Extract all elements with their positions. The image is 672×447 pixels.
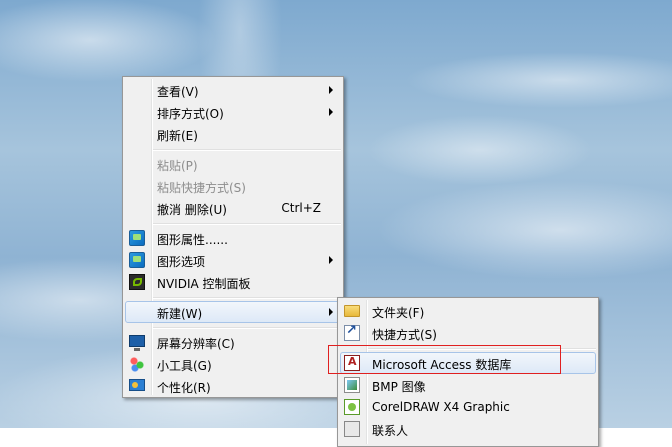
submenu-arrow-icon — [329, 256, 333, 264]
menu-item-paste-shortcut[interactable]: 粘贴快捷方式(S) — [125, 175, 341, 197]
menu-item-sort-by[interactable]: 排序方式(O) — [125, 101, 341, 123]
menu-item-label: 排序方式(O) — [157, 107, 224, 121]
graphics-properties-icon — [129, 230, 145, 246]
menu-item-label: 粘贴快捷方式(S) — [157, 181, 246, 195]
menu-item-label: 查看(V) — [157, 85, 199, 99]
contact-icon — [344, 421, 360, 437]
menu-item-label: 联系人 — [372, 424, 409, 438]
menu-item-label: 图形属性...... — [157, 233, 228, 247]
gadgets-icon — [129, 356, 145, 372]
monitor-icon — [129, 335, 145, 351]
menu-item-personalize[interactable]: 个性化(R) — [125, 375, 341, 397]
menu-separator — [153, 297, 341, 299]
graphics-options-icon — [129, 252, 145, 268]
desktop-context-menu: 查看(V) 排序方式(O) 刷新(E) 粘贴(P) 粘贴快捷方式(S) 撤消 删… — [122, 76, 344, 398]
submenu-item-bmp-image[interactable]: BMP 图像 — [340, 374, 596, 396]
nvidia-icon — [129, 274, 145, 290]
menu-item-label: 撤消 删除(U) — [157, 203, 227, 217]
submenu-arrow-icon — [329, 308, 333, 316]
menu-item-label: NVIDIA 控制面板 — [157, 277, 251, 291]
menu-item-gadgets[interactable]: 小工具(G) — [125, 353, 341, 375]
menu-item-undo-delete[interactable]: 撤消 删除(U) Ctrl+Z — [125, 197, 341, 219]
menu-item-label: 粘贴(P) — [157, 159, 198, 173]
submenu-item-shortcut[interactable]: 快捷方式(S) — [340, 322, 596, 344]
menu-item-graphics-properties[interactable]: 图形属性...... — [125, 227, 341, 249]
coreldraw-icon — [344, 399, 360, 415]
menu-item-label: 屏幕分辨率(C) — [157, 337, 235, 351]
menu-separator — [368, 348, 596, 350]
submenu-item-folder[interactable]: 文件夹(F) — [340, 300, 596, 322]
menu-item-paste[interactable]: 粘贴(P) — [125, 153, 341, 175]
bmp-icon — [344, 377, 360, 393]
menu-item-screen-resolution[interactable]: 屏幕分辨率(C) — [125, 331, 341, 353]
menu-item-label: 小工具(G) — [157, 359, 212, 373]
menu-item-label: 快捷方式(S) — [372, 328, 437, 342]
menu-separator — [153, 327, 341, 329]
menu-item-graphics-options[interactable]: 图形选项 — [125, 249, 341, 271]
folder-icon — [344, 305, 360, 317]
menu-item-label: BMP 图像 — [372, 380, 426, 394]
submenu-item-access-database[interactable]: Microsoft Access 数据库 — [340, 352, 596, 374]
menu-item-accelerator: Ctrl+Z — [281, 201, 321, 215]
menu-item-new[interactable]: 新建(W) — [125, 301, 341, 323]
submenu-arrow-icon — [329, 108, 333, 116]
menu-item-label: 新建(W) — [157, 307, 203, 321]
menu-item-label: CorelDRAW X4 Graphic — [372, 400, 510, 414]
submenu-arrow-icon — [329, 86, 333, 94]
menu-item-nvidia-control-panel[interactable]: NVIDIA 控制面板 — [125, 271, 341, 293]
submenu-item-contact[interactable]: 联系人 — [340, 418, 596, 440]
access-icon — [344, 355, 360, 371]
submenu-item-coreldraw-graphic[interactable]: CorelDRAW X4 Graphic — [340, 396, 596, 418]
menu-item-label: 个性化(R) — [157, 381, 211, 395]
new-submenu: 文件夹(F) 快捷方式(S) Microsoft Access 数据库 BMP … — [337, 297, 599, 447]
menu-item-label: 图形选项 — [157, 255, 206, 269]
menu-item-view[interactable]: 查看(V) — [125, 79, 341, 101]
menu-item-refresh[interactable]: 刷新(E) — [125, 123, 341, 145]
menu-separator — [153, 149, 341, 151]
menu-item-label: 文件夹(F) — [372, 306, 425, 320]
menu-item-label: 刷新(E) — [157, 129, 198, 143]
shortcut-icon — [344, 323, 360, 341]
menu-separator — [153, 223, 341, 225]
personalize-icon — [129, 379, 145, 391]
menu-item-label: Microsoft Access 数据库 — [372, 358, 512, 372]
